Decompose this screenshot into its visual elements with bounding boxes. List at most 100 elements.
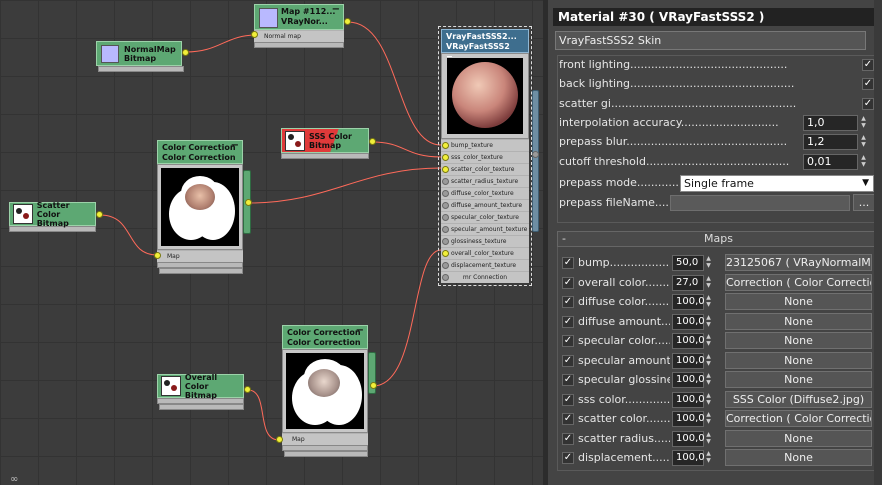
spinner-arrows-icon[interactable]: ▲ ▼ xyxy=(705,450,712,466)
map-enable-checkbox[interactable]: ✓ xyxy=(562,452,574,464)
map-slot-button[interactable]: None xyxy=(725,449,872,466)
output-port[interactable] xyxy=(532,151,539,158)
map-enable-checkbox[interactable]: ✓ xyxy=(562,374,574,386)
param-spinner[interactable]: 1,0 xyxy=(803,114,858,131)
input-port-specular-color-texture[interactable]: specular_color_texture xyxy=(441,211,529,223)
map-slot-button[interactable]: Correction ( Color Correction ) xyxy=(725,410,872,427)
map-amount-spinner[interactable]: 100,0 xyxy=(672,352,705,369)
spinner-arrows-icon[interactable]: ▲ ▼ xyxy=(705,372,712,388)
map-enable-checkbox[interactable]: ✓ xyxy=(562,296,574,308)
spinner-arrows-icon[interactable]: ▲ ▼ xyxy=(705,294,712,310)
navigator-icon[interactable]: ∞ xyxy=(10,474,18,485)
param-spinner[interactable]: 1,2 xyxy=(803,134,858,151)
output-port[interactable] xyxy=(245,199,252,206)
maps-rollout-header[interactable]: - Maps xyxy=(557,231,880,247)
map-amount-spinner[interactable]: 100,0 xyxy=(672,333,705,349)
input-port-displacement-texture[interactable]: displacement_texture xyxy=(441,259,529,271)
overall-color-bitmap-node[interactable]: Overall Color Bitmap xyxy=(157,373,244,410)
map-slot-button[interactable]: Correction ( Color Correction ) xyxy=(725,273,872,291)
color-correction-node-1[interactable]: Color Correction Color Correction − Map xyxy=(157,140,243,274)
port-dot[interactable] xyxy=(442,166,449,173)
spinner-arrows-icon[interactable]: ▲ ▼ xyxy=(705,275,712,291)
map-amount-spinner[interactable]: 100,0 xyxy=(672,391,705,408)
vrayfastsss2-material-node[interactable]: VrayFastSSS2... VRayFastSSS2 − bump_text… xyxy=(438,26,532,286)
spinner-arrows-icon[interactable]: ▲ ▼ xyxy=(705,431,712,447)
vraynormalmap-node[interactable]: Map #112... VRayNor... − Normal map xyxy=(254,4,344,48)
input-port-diffuse-amount-texture[interactable]: diffuse_amount_texture xyxy=(441,199,529,211)
spinner-arrows-icon[interactable]: ▲ ▼ xyxy=(860,134,867,150)
map-slot-button[interactable]: None xyxy=(725,371,872,388)
input-port-diffuse-color-texture[interactable]: diffuse_color_texture xyxy=(441,187,529,199)
input-port-overall-color-texture[interactable]: overall_color_texture xyxy=(441,247,529,259)
map-enable-checkbox[interactable]: ✓ xyxy=(562,315,574,328)
map-enable-checkbox[interactable]: ✓ xyxy=(562,354,574,367)
param-spinner[interactable]: 0,01 xyxy=(803,153,858,170)
output-port[interactable] xyxy=(182,49,189,56)
node-graph-view[interactable]: NormalMap Bitmap Map #112... VRayNor... … xyxy=(0,0,543,485)
map-amount-spinner[interactable]: 100,0 xyxy=(672,294,705,310)
input-port-normal-map[interactable]: Normal map xyxy=(254,30,344,42)
minimize-button[interactable]: − xyxy=(332,5,340,15)
map-amount-spinner[interactable]: 27,0 xyxy=(672,274,704,291)
input-port-map[interactable]: Map xyxy=(157,250,243,262)
param-checkbox[interactable]: ✓ xyxy=(862,59,874,71)
output-port[interactable] xyxy=(369,138,376,145)
spinner-arrows-icon[interactable]: ▲ ▼ xyxy=(705,353,712,369)
spinner-arrows-icon[interactable]: ▲ ▼ xyxy=(705,392,712,408)
input-port-specular-amount-texture[interactable]: specular_amount_texture xyxy=(441,223,529,235)
output-port[interactable] xyxy=(244,386,251,393)
input-port-dot[interactable] xyxy=(251,31,258,38)
map-amount-spinner[interactable]: 100,0 xyxy=(672,372,705,388)
map-slot-button[interactable]: None xyxy=(725,293,872,310)
param-checkbox[interactable]: ✓ xyxy=(862,97,874,110)
port-dot[interactable] xyxy=(442,190,449,197)
map-slot-button[interactable]: None xyxy=(725,429,872,447)
spinner-arrows-icon[interactable]: ▲ ▼ xyxy=(705,333,712,349)
panel-divider[interactable] xyxy=(543,0,548,485)
map-amount-spinner[interactable]: 100,0 xyxy=(672,450,705,466)
spinner-arrows-icon[interactable]: ▲ ▼ xyxy=(705,255,712,271)
output-port[interactable] xyxy=(344,18,351,25)
input-port-sss-color-texture[interactable]: sss_color_texture xyxy=(441,151,529,163)
port-dot[interactable] xyxy=(442,238,449,245)
map-enable-checkbox[interactable]: ✓ xyxy=(562,257,574,269)
port-dot[interactable] xyxy=(442,274,449,281)
port-dot[interactable] xyxy=(442,178,449,185)
map-slot-button[interactable]: 23125067 ( VRayNormalMap ) xyxy=(725,254,872,271)
prepass-filename-input[interactable] xyxy=(670,195,850,211)
map-slot-button[interactable]: None xyxy=(725,312,872,330)
port-dot[interactable] xyxy=(442,142,449,149)
map-amount-spinner[interactable]: 100,0 xyxy=(672,411,705,427)
input-port-scatter-color-texture[interactable]: scatter_color_texture xyxy=(441,163,529,175)
map-enable-checkbox[interactable]: ✓ xyxy=(562,276,574,289)
port-dot[interactable] xyxy=(442,262,449,269)
spinner-arrows-icon[interactable]: ▲ ▼ xyxy=(705,314,712,330)
map-amount-spinner[interactable]: 50,0 xyxy=(672,255,704,271)
material-name-field[interactable]: VrayFastSSS2 Skin xyxy=(555,31,866,50)
color-correction-node-2[interactable]: Color Correction Color Correction − Map xyxy=(282,325,368,457)
normalmap-bitmap-node[interactable]: NormalMap Bitmap xyxy=(96,41,182,66)
input-port-scatter-radius-texture[interactable]: scatter_radius_texture xyxy=(441,175,529,187)
port-dot[interactable] xyxy=(442,202,449,209)
input-port-dot[interactable] xyxy=(154,252,161,259)
prepass-mode-dropdown[interactable]: Single frame ▼ xyxy=(680,175,874,192)
minimize-button[interactable]: − xyxy=(231,141,239,151)
map-slot-button[interactable]: None xyxy=(725,332,872,349)
spinner-arrows-icon[interactable]: ▲ ▼ xyxy=(860,115,867,131)
map-slot-button[interactable]: SSS Color (Diffuse2.jpg) xyxy=(725,390,872,408)
port-dot[interactable] xyxy=(442,214,449,221)
map-enable-checkbox[interactable]: ✓ xyxy=(562,432,574,445)
spinner-arrows-icon[interactable]: ▲ ▼ xyxy=(705,411,712,427)
minimize-button[interactable]: − xyxy=(356,326,364,336)
spinner-arrows-icon[interactable]: ▲ ▼ xyxy=(860,154,867,170)
sss-color-bitmap-node[interactable]: SSS Color Bitmap xyxy=(281,128,369,159)
browse-button[interactable]: ... xyxy=(853,194,875,211)
param-checkbox[interactable]: ✓ xyxy=(862,78,874,91)
input-port-dot[interactable] xyxy=(276,436,283,443)
input-port-glossiness-texture[interactable]: glossiness_texture xyxy=(441,235,529,247)
input-port-mr-connection[interactable]: mr Connection xyxy=(441,271,529,283)
output-port[interactable] xyxy=(370,382,377,389)
port-dot[interactable] xyxy=(442,154,449,161)
input-port-bump-texture[interactable]: bump_texture xyxy=(441,139,529,151)
map-amount-spinner[interactable]: 100,0 xyxy=(672,430,705,447)
